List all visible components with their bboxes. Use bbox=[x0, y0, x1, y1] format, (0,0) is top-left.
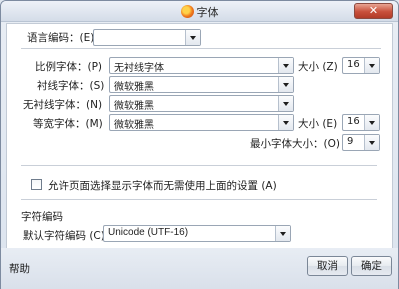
chevron-down-icon bbox=[275, 226, 290, 241]
encoding-group-title: 字符编码 bbox=[21, 211, 63, 223]
mono-size-select-value: 16 bbox=[347, 116, 360, 127]
size-label: 大小 (Z) bbox=[298, 61, 338, 73]
window-title-wrap: 字体 bbox=[1, 4, 398, 20]
title-bar[interactable]: 字体 ✕ bbox=[1, 1, 398, 22]
proportional-select-value: 无衬线字体 bbox=[114, 63, 164, 74]
fonts-group-line bbox=[21, 48, 381, 49]
help-link[interactable]: 帮助 bbox=[9, 261, 30, 276]
firefox-icon bbox=[180, 5, 194, 18]
chevron-down-icon bbox=[278, 115, 293, 130]
min-size-select-value: 9 bbox=[347, 136, 354, 147]
allow-pages-label[interactable]: 允许页面选择显示字体而无需使用上面的设置 (A) bbox=[48, 178, 277, 193]
mono-label: 等宽字体：(M) bbox=[33, 118, 103, 130]
language-select[interactable] bbox=[93, 29, 201, 46]
language-label: 语言编码：(E) bbox=[27, 32, 95, 44]
chevron-down-icon bbox=[278, 96, 293, 111]
font-dialog-window: 字体 ✕ 语言编码：(E) 比例字体：(P) 无衬线字体 大小 (Z) 16 衬… bbox=[0, 0, 399, 289]
mono-select[interactable]: 微软雅黑 bbox=[109, 114, 294, 131]
chevron-down-icon bbox=[278, 58, 293, 73]
sans-select-value: 微软雅黑 bbox=[114, 101, 154, 112]
serif-label: 衬线字体：(S) bbox=[37, 80, 105, 92]
chevron-down-icon bbox=[364, 135, 379, 150]
size-select[interactable]: 16 bbox=[342, 57, 380, 74]
min-size-select[interactable]: 9 bbox=[342, 134, 380, 151]
mono-size-select[interactable]: 16 bbox=[342, 114, 380, 131]
serif-select[interactable]: 微软雅黑 bbox=[109, 76, 294, 93]
min-size-label: 最小字体大小：(O) bbox=[250, 138, 340, 150]
options-separator bbox=[21, 199, 377, 200]
default-encoding-select[interactable]: Unicode (UTF-16) bbox=[103, 225, 291, 242]
sans-select[interactable]: 微软雅黑 bbox=[109, 95, 294, 112]
default-encoding-label: 默认字符编码 (C) bbox=[23, 230, 105, 242]
allow-pages-checkbox[interactable] bbox=[31, 179, 42, 190]
ok-button[interactable]: 确定 bbox=[351, 256, 392, 276]
mono-size-label: 大小 (E) bbox=[298, 118, 338, 130]
fonts-group-bottom-separator bbox=[21, 165, 377, 166]
proportional-label: 比例字体：(P) bbox=[35, 61, 103, 73]
chevron-down-icon bbox=[364, 58, 379, 73]
size-select-value: 16 bbox=[347, 59, 360, 70]
dialog-footer: 帮助 取消 确定 bbox=[1, 248, 398, 289]
chevron-down-icon bbox=[185, 30, 200, 45]
chevron-down-icon bbox=[364, 115, 379, 130]
chevron-down-icon bbox=[278, 77, 293, 92]
default-encoding-value: Unicode (UTF-16) bbox=[108, 227, 189, 238]
mono-select-value: 微软雅黑 bbox=[114, 120, 154, 131]
close-button[interactable]: ✕ bbox=[354, 3, 393, 19]
cancel-button[interactable]: 取消 bbox=[307, 256, 348, 276]
dialog-content: 语言编码：(E) 比例字体：(P) 无衬线字体 大小 (Z) 16 衬线字体：(… bbox=[6, 23, 393, 285]
proportional-select[interactable]: 无衬线字体 bbox=[109, 57, 294, 74]
window-title: 字体 bbox=[196, 6, 219, 19]
sans-label: 无衬线字体：(N) bbox=[23, 99, 103, 111]
serif-select-value: 微软雅黑 bbox=[114, 82, 154, 93]
